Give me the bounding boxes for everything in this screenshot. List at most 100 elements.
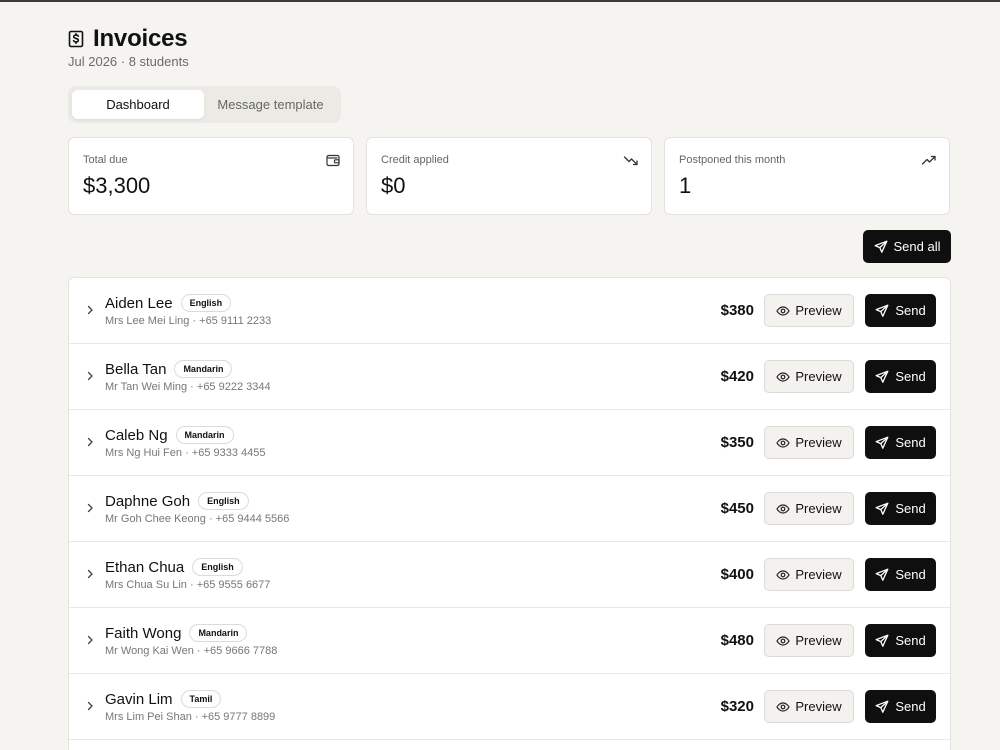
send-label: Send [895, 501, 926, 516]
student-name: Bella Tan [105, 360, 167, 378]
preview-label: Preview [795, 435, 842, 450]
stat-value: $0 [381, 173, 406, 198]
eye-icon [776, 634, 791, 648]
list-item: Ethan Chua English Mrs Chua Su Lin · +65… [69, 542, 950, 608]
list-item: Aiden Lee English Mrs Lee Mei Ling · +65… [69, 278, 950, 344]
language-badge: English [198, 492, 249, 510]
trending-down-icon [623, 152, 639, 168]
send-icon [875, 304, 889, 318]
send-icon [874, 240, 888, 254]
parent-contact: Mr Goh Chee Keong · +65 9444 5566 [105, 513, 290, 525]
preview-label: Preview [795, 567, 842, 582]
tab-dashboard[interactable]: Dashboard [72, 90, 204, 119]
chevron-right-icon[interactable] [84, 436, 96, 448]
preview-button[interactable]: Preview [764, 624, 854, 657]
invoice-list: Aiden Lee English Mrs Lee Mei Ling · +65… [68, 277, 951, 750]
list-item: Bella Tan Mandarin Mr Tan Wei Ming · +65… [69, 344, 950, 410]
list-item: Caleb Ng Mandarin Mrs Ng Hui Fen · +65 9… [69, 410, 950, 476]
eye-icon [776, 502, 791, 516]
preview-label: Preview [795, 369, 842, 384]
language-badge: Mandarin [175, 426, 234, 444]
send-icon [875, 568, 889, 582]
stat-label: Credit applied [381, 154, 449, 166]
student-name: Gavin Lim [105, 690, 173, 708]
wallet-icon [325, 152, 341, 168]
language-badge: English [180, 294, 232, 312]
preview-button[interactable]: Preview [764, 690, 854, 723]
chevron-right-icon[interactable] [84, 568, 96, 580]
stat-card-credit-applied: Credit applied $0 [366, 137, 652, 215]
preview-label: Preview [795, 633, 842, 648]
student-heading: Faith Wong Mandarin [105, 624, 248, 642]
student-name: Daphne Goh [105, 492, 191, 510]
stat-card-total-due: Total due $3,300 [68, 137, 354, 215]
parent-contact: Mrs Chua Su Lin · +65 9555 6677 [105, 579, 271, 591]
parent-contact: Mr Tan Wei Ming · +65 9222 3344 [105, 381, 271, 393]
send-icon [875, 502, 889, 516]
eye-icon [776, 568, 791, 582]
chevron-right-icon[interactable] [84, 502, 96, 514]
send-all-button[interactable]: Send all [863, 230, 951, 263]
send-icon [875, 700, 889, 714]
eye-icon [776, 700, 791, 714]
parent-contact: Mr Wong Kai Wen · +65 9666 7788 [105, 645, 278, 657]
language-badge: Tamil [180, 690, 222, 708]
language-badge: English [192, 558, 243, 576]
preview-label: Preview [795, 303, 842, 318]
student-heading: Ethan Chua English [105, 558, 243, 576]
invoice-amount: $320 [720, 698, 754, 715]
list-item: Daphne Goh English Mr Goh Chee Keong · +… [69, 476, 950, 542]
stat-value: $3,300 [83, 173, 151, 198]
language-badge: Mandarin [174, 360, 233, 378]
dollar-receipt-icon [68, 30, 84, 48]
parent-contact: Mrs Lee Mei Ling · +65 9111 2233 [105, 315, 272, 327]
invoice-amount: $420 [720, 368, 754, 385]
preview-button[interactable]: Preview [764, 294, 854, 327]
eye-icon [776, 304, 791, 318]
invoice-amount: $350 [720, 434, 754, 451]
send-icon [875, 436, 889, 450]
send-label: Send [895, 369, 926, 384]
stat-label: Postponed this month [679, 154, 786, 166]
send-button[interactable]: Send [865, 426, 936, 459]
page-subtitle: Jul 2026 · 8 students [68, 54, 189, 69]
send-button[interactable]: Send [865, 558, 936, 591]
send-icon [875, 634, 889, 648]
chevron-right-icon[interactable] [84, 304, 96, 316]
chevron-right-icon[interactable] [84, 634, 96, 646]
student-name: Ethan Chua [105, 558, 185, 576]
student-name: Faith Wong [105, 624, 182, 642]
preview-button[interactable]: Preview [764, 558, 854, 591]
send-button[interactable]: Send [865, 624, 936, 657]
send-button[interactable]: Send [865, 360, 936, 393]
preview-label: Preview [795, 501, 842, 516]
page-header: Invoices [68, 25, 188, 53]
student-heading: Caleb Ng Mandarin [105, 426, 234, 444]
send-label: Send [895, 435, 926, 450]
preview-button[interactable]: Preview [764, 360, 854, 393]
invoice-amount: $450 [720, 500, 754, 517]
tab-message-template[interactable]: Message template [204, 90, 337, 119]
preview-button[interactable]: Preview [764, 492, 854, 525]
stats-row: Total due $3,300 Credit applied $0 Postp… [68, 137, 951, 215]
chevron-right-icon[interactable] [84, 700, 96, 712]
eye-icon [776, 370, 791, 384]
parent-contact: Mrs Lim Pei Shan · +65 9777 8899 [105, 711, 276, 723]
student-name: Caleb Ng [105, 426, 168, 444]
invoice-amount: $400 [720, 566, 754, 583]
stat-value: 1 [679, 173, 692, 198]
list-item: Gavin Lim Tamil Mrs Lim Pei Shan · +65 9… [69, 674, 950, 740]
student-name: Aiden Lee [105, 294, 173, 312]
view-tabs: Dashboard Message template [68, 86, 341, 123]
student-heading: Daphne Goh English [105, 492, 249, 510]
preview-label: Preview [795, 699, 842, 714]
send-label: Send [895, 303, 926, 318]
preview-button[interactable]: Preview [764, 426, 854, 459]
invoice-amount: $380 [720, 302, 754, 319]
student-heading: Gavin Lim Tamil [105, 690, 222, 708]
send-button[interactable]: Send [865, 294, 936, 327]
chevron-right-icon[interactable] [84, 370, 96, 382]
send-button[interactable]: Send [865, 690, 936, 723]
send-button[interactable]: Send [865, 492, 936, 525]
student-heading: Aiden Lee English [105, 294, 232, 312]
